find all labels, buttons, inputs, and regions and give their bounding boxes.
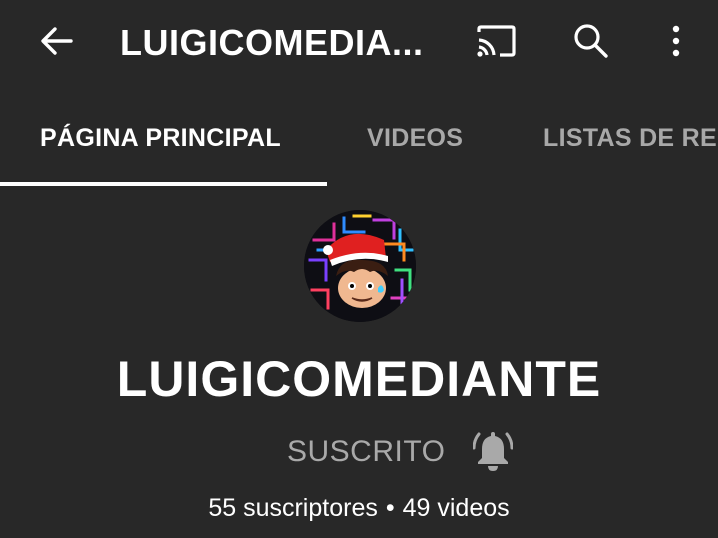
subscription-controls: SUSCRITO — [287, 428, 514, 477]
bell-icon — [472, 428, 514, 477]
top-app-bar: LUIGICOMEDIA... — [0, 0, 718, 86]
channel-title: LUIGICOMEDIA... — [120, 22, 424, 63]
channel-tabs: PÁGINA PRINCIPAL VIDEOS LISTAS DE RE — [0, 104, 718, 186]
active-tab-indicator — [0, 182, 327, 186]
avatar-image — [304, 210, 416, 322]
channel-avatar[interactable] — [304, 210, 416, 322]
search-icon — [571, 21, 611, 66]
video-count: 49 videos — [402, 494, 510, 522]
arrow-left-icon — [37, 21, 77, 66]
tab-videos[interactable]: VIDEOS — [367, 124, 463, 153]
more-vert-icon — [670, 23, 682, 64]
stats-separator: • — [385, 494, 395, 522]
subscribed-button[interactable]: SUSCRITO — [287, 435, 445, 469]
back-button[interactable] — [32, 18, 82, 68]
more-options-button[interactable] — [656, 18, 696, 68]
channel-page: LUIGICOMEDIA... PÁGINA PRINCIPAL VIDEOS … — [0, 0, 718, 538]
tab-playlists[interactable]: LISTAS DE RE — [543, 124, 717, 153]
search-button[interactable] — [566, 18, 616, 68]
cast-button[interactable] — [468, 18, 524, 68]
tab-home[interactable]: PÁGINA PRINCIPAL — [40, 124, 281, 153]
cast-icon — [474, 23, 518, 64]
subscriber-count: 55 suscriptores — [208, 494, 378, 522]
channel-name: LUIGICOMEDIANTE — [116, 351, 602, 407]
notification-bell-button[interactable] — [472, 428, 514, 477]
channel-stats: 55 suscriptores • 49 videos — [0, 494, 718, 523]
